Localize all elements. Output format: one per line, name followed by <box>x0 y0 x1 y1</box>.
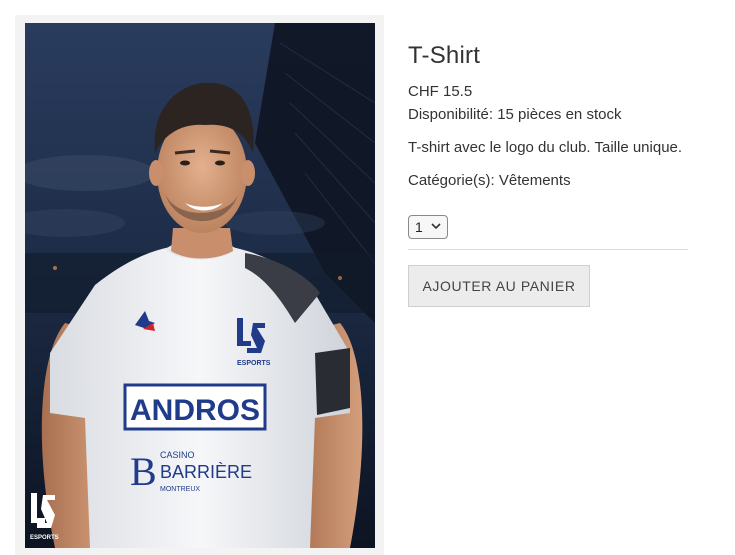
add-to-cart-button[interactable]: AJOUTER AU PANIER <box>408 265 590 307</box>
quantity-value: 1 <box>415 219 423 235</box>
sponsor-andros: ANDROS <box>130 394 260 427</box>
product-photo[interactable]: ESPORTS ANDROS B CASINO BARRIÈRE MONTREU… <box>25 23 375 548</box>
product-title: T-Shirt <box>408 42 481 69</box>
quantity-select[interactable]: 1 <box>408 215 448 239</box>
product-category: Catégorie(s): Vêtements <box>408 172 571 189</box>
product-availability: Disponibilité: 15 pièces en stock <box>408 106 622 123</box>
svg-text:B: B <box>130 449 157 494</box>
shirt-logo-text: ESPORTS <box>237 360 271 367</box>
product-price: CHF 15.5 <box>408 83 473 100</box>
corner-logo-text: ESPORTS <box>30 535 59 541</box>
product-description: T-shirt avec le logo du club. Taille uni… <box>408 139 683 156</box>
sponsor-casino-top: CASINO <box>160 450 195 460</box>
divider <box>408 249 688 250</box>
sponsor-casino-name: BARRIÈRE <box>160 462 252 482</box>
sponsor-casino-city: MONTREUX <box>160 486 200 493</box>
chevron-down-icon <box>431 223 441 230</box>
